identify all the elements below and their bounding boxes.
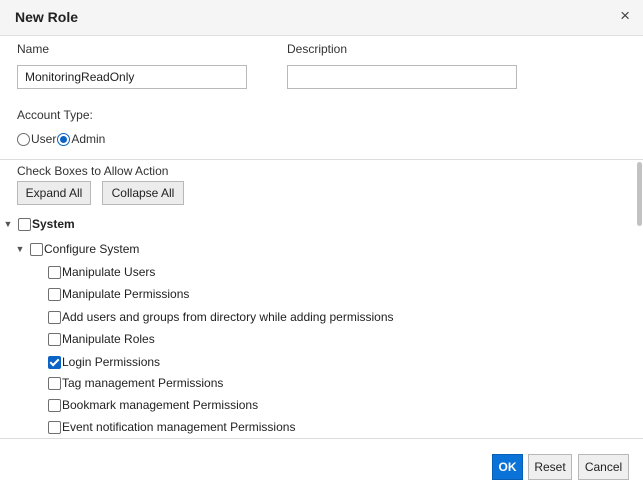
user-radio-label[interactable]: User — [31, 132, 56, 146]
login-permissions-checkbox[interactable] — [48, 355, 61, 369]
reset-button[interactable]: Reset — [528, 454, 572, 480]
permissions-tree: ▼ System ▼ Configure System Manipulate U… — [0, 210, 636, 438]
caret-down-icon[interactable]: ▼ — [15, 244, 25, 254]
description-input[interactable] — [287, 65, 517, 89]
admin-radio-label[interactable]: Admin — [71, 132, 105, 146]
tree-node-event-notification[interactable]: Event notification management Permission… — [48, 417, 295, 437]
user-radio[interactable] — [17, 132, 30, 146]
tree-node-label: Manipulate Roles — [62, 332, 155, 346]
manipulate-users-checkbox[interactable] — [48, 265, 61, 279]
tree-node-label: Configure System — [44, 242, 140, 256]
divider — [0, 159, 643, 160]
system-checkbox[interactable] — [18, 217, 31, 231]
expand-all-button[interactable]: Expand All — [17, 181, 91, 205]
tag-management-checkbox[interactable] — [48, 376, 61, 390]
collapse-all-button[interactable]: Collapse All — [102, 181, 184, 205]
account-type-label: Account Type: — [17, 108, 93, 122]
ok-button[interactable]: OK — [492, 454, 523, 480]
tree-node-manipulate-users[interactable]: Manipulate Users — [48, 262, 155, 282]
name-label: Name — [17, 42, 50, 56]
description-label: Description — [287, 42, 348, 56]
event-notification-checkbox[interactable] — [48, 420, 61, 434]
tree-node-label: Event notification management Permission… — [62, 420, 296, 434]
tree-node-label: System — [32, 217, 75, 231]
tree-node-add-users-groups[interactable]: Add users and groups from directory whil… — [48, 307, 394, 327]
bookmark-management-checkbox[interactable] — [48, 398, 61, 412]
tree-node-label: Bookmark management Permissions — [62, 398, 259, 412]
dialog-title: New Role — [15, 9, 79, 25]
name-input[interactable]: MonitoringReadOnly — [17, 65, 247, 89]
tree-node-system[interactable]: ▼ System — [3, 214, 75, 234]
tree-node-label: Login Permissions — [62, 355, 161, 369]
manipulate-permissions-checkbox[interactable] — [48, 287, 61, 301]
cancel-button[interactable]: Cancel — [578, 454, 629, 480]
tree-node-manipulate-permissions[interactable]: Manipulate Permissions — [48, 284, 189, 304]
admin-radio[interactable] — [57, 132, 71, 146]
permissions-instruction: Check Boxes to Allow Action — [17, 164, 169, 178]
new-role-dialog: New Role × Name MonitoringReadOnly Descr… — [0, 0, 643, 492]
tree-node-login-permissions[interactable]: Login Permissions — [48, 352, 160, 372]
tree-node-label: Manipulate Users — [62, 265, 156, 279]
dialog-header: New Role × — [0, 0, 643, 36]
tree-node-label: Manipulate Permissions — [62, 287, 190, 301]
add-users-groups-checkbox[interactable] — [48, 310, 61, 324]
tree-node-configure-system[interactable]: ▼ Configure System — [15, 239, 140, 259]
tree-node-bookmark-management[interactable]: Bookmark management Permissions — [48, 395, 258, 415]
scrollbar-thumb[interactable] — [637, 162, 642, 226]
footer-divider — [0, 438, 643, 439]
tree-node-tag-management[interactable]: Tag management Permissions — [48, 373, 223, 393]
account-type-radio-group: User Admin — [17, 132, 105, 146]
caret-down-icon[interactable]: ▼ — [3, 219, 13, 229]
tree-node-label: Tag management Permissions — [62, 376, 224, 390]
tree-scrollbar[interactable] — [636, 162, 643, 436]
close-icon[interactable]: × — [620, 6, 630, 26]
tree-node-label: Add users and groups from directory whil… — [62, 310, 394, 324]
tree-node-manipulate-roles[interactable]: Manipulate Roles — [48, 329, 155, 349]
manipulate-roles-checkbox[interactable] — [48, 332, 61, 346]
configure-system-checkbox[interactable] — [30, 242, 43, 256]
